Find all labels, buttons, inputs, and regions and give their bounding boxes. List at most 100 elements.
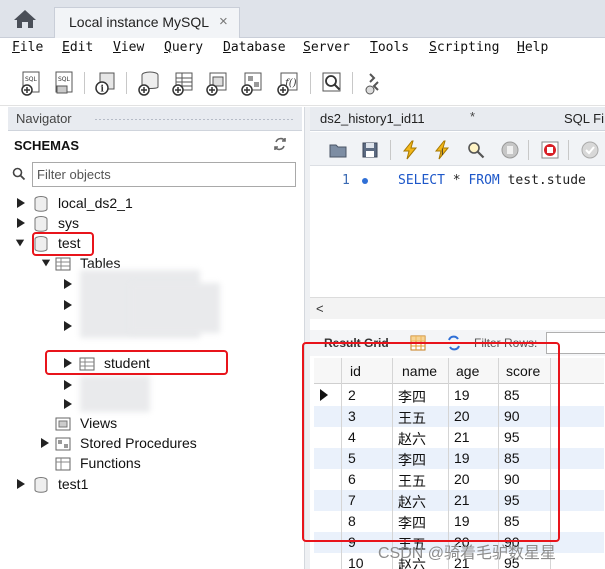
cell-age[interactable]: 19 bbox=[454, 513, 470, 529]
explain-icon[interactable] bbox=[466, 140, 486, 160]
schema-test1[interactable]: test1 bbox=[14, 475, 214, 495]
save-icon[interactable] bbox=[360, 140, 380, 160]
cell-score[interactable]: 90 bbox=[504, 408, 520, 424]
views-folder[interactable]: Views bbox=[52, 414, 252, 434]
table-student[interactable]: student bbox=[62, 354, 222, 374]
cell-id[interactable]: 3 bbox=[348, 408, 356, 424]
menu-database[interactable]: Database bbox=[223, 40, 286, 55]
column-header-id[interactable]: id bbox=[350, 363, 361, 379]
table-row[interactable]: 4 赵六 21 95 bbox=[314, 427, 604, 448]
editor-horizontal-scrollbar[interactable]: < bbox=[310, 297, 605, 319]
menu-scripting[interactable]: Scripting bbox=[429, 40, 499, 55]
menu-edit[interactable]: Edit bbox=[62, 40, 93, 55]
cell-score[interactable]: 85 bbox=[504, 387, 520, 403]
filter-rows-input[interactable] bbox=[546, 332, 605, 354]
cell-id[interactable]: 10 bbox=[348, 555, 364, 569]
stop-icon[interactable] bbox=[500, 140, 520, 160]
filter-objects-input[interactable] bbox=[32, 162, 296, 187]
expand-arrow-icon[interactable] bbox=[16, 197, 26, 209]
menu-view[interactable]: View bbox=[113, 40, 144, 55]
expand-arrow-icon[interactable] bbox=[63, 398, 73, 410]
cell-name[interactable]: 李四 bbox=[398, 387, 426, 407]
menu-server[interactable]: Server bbox=[303, 40, 350, 55]
menu-file[interactable]: File bbox=[12, 40, 43, 55]
table-row[interactable]: 6 王五 20 90 bbox=[314, 469, 604, 490]
cell-name[interactable]: 李四 bbox=[398, 513, 426, 533]
cell-name[interactable]: 李四 bbox=[398, 450, 426, 470]
expand-arrow-icon[interactable] bbox=[63, 320, 73, 332]
cell-age[interactable]: 19 bbox=[454, 387, 470, 403]
schema-sys[interactable]: sys bbox=[14, 214, 214, 234]
cell-score[interactable]: 95 bbox=[504, 492, 520, 508]
grid-view-icon[interactable] bbox=[410, 335, 426, 351]
result-grid-label[interactable]: Result Grid bbox=[324, 336, 389, 350]
stored-procedures-folder[interactable]: Stored Procedures bbox=[40, 434, 260, 454]
schema-local-ds2-1[interactable]: local_ds2_1 bbox=[14, 194, 214, 214]
column-header-score[interactable]: score bbox=[506, 363, 540, 379]
search-table-data-icon[interactable] bbox=[320, 70, 344, 96]
cell-id[interactable]: 6 bbox=[348, 471, 356, 487]
cell-name[interactable]: 王五 bbox=[398, 471, 426, 491]
cell-name[interactable]: 王五 bbox=[398, 408, 426, 428]
menu-help[interactable]: Help bbox=[517, 40, 548, 55]
functions-folder[interactable]: Functions bbox=[52, 454, 252, 474]
commit-icon[interactable] bbox=[580, 140, 600, 160]
table-row[interactable]: 8 李四 19 85 bbox=[314, 511, 604, 532]
expand-arrow-icon[interactable] bbox=[63, 299, 73, 311]
cell-id[interactable]: 4 bbox=[348, 429, 356, 445]
table-row[interactable]: 5 李四 19 85 bbox=[314, 448, 604, 469]
create-procedure-icon[interactable] bbox=[240, 70, 264, 96]
collapse-arrow-icon[interactable] bbox=[41, 257, 51, 269]
schema-test[interactable]: test bbox=[14, 234, 214, 254]
expand-arrow-icon[interactable] bbox=[63, 278, 73, 290]
open-sql-script-icon[interactable]: SQL bbox=[53, 70, 77, 96]
expand-arrow-icon[interactable] bbox=[63, 357, 73, 369]
cell-id[interactable]: 5 bbox=[348, 450, 356, 466]
cell-age[interactable]: 21 bbox=[454, 492, 470, 508]
server-info-icon[interactable]: i bbox=[94, 70, 118, 96]
table-row[interactable]: 7 赵六 21 95 bbox=[314, 490, 604, 511]
cell-id[interactable]: 7 bbox=[348, 492, 356, 508]
open-folder-icon[interactable] bbox=[328, 140, 348, 160]
cell-age[interactable]: 21 bbox=[454, 429, 470, 445]
expand-arrow-icon[interactable] bbox=[16, 217, 26, 229]
cell-score[interactable]: 90 bbox=[504, 471, 520, 487]
refresh-icon[interactable] bbox=[272, 136, 288, 152]
cell-id[interactable]: 8 bbox=[348, 513, 356, 529]
collapse-arrow-icon[interactable] bbox=[15, 237, 25, 249]
cell-score[interactable]: 85 bbox=[504, 450, 520, 466]
new-sql-tab-icon[interactable]: SQL bbox=[20, 70, 44, 96]
connection-tab[interactable]: Local instance MySQL × bbox=[54, 7, 240, 38]
cell-age[interactable]: 20 bbox=[454, 471, 470, 487]
cell-score[interactable]: 85 bbox=[504, 513, 520, 529]
expand-arrow-icon[interactable] bbox=[40, 437, 50, 449]
cell-age[interactable]: 20 bbox=[454, 408, 470, 424]
reconnect-icon[interactable] bbox=[362, 70, 386, 96]
expand-arrow-icon[interactable] bbox=[63, 379, 73, 391]
cell-score[interactable]: 95 bbox=[504, 429, 520, 445]
column-header-name[interactable]: name bbox=[402, 363, 437, 379]
column-header-age[interactable]: age bbox=[456, 363, 479, 379]
create-view-icon[interactable] bbox=[205, 70, 229, 96]
cell-name[interactable]: 赵六 bbox=[398, 492, 426, 512]
execute-current-icon[interactable]: I bbox=[432, 140, 452, 160]
create-function-icon[interactable]: f() bbox=[276, 70, 300, 96]
cell-id[interactable]: 2 bbox=[348, 387, 356, 403]
table-row[interactable]: 3 王五 20 90 bbox=[314, 406, 604, 427]
sql-editor[interactable]: 1 SELECT * FROM test.stude bbox=[310, 167, 605, 297]
close-icon[interactable]: × bbox=[219, 13, 228, 30]
toggle-stop-on-error-icon[interactable] bbox=[540, 140, 560, 160]
table-row[interactable]: 2 李四 19 85 bbox=[314, 385, 604, 406]
cell-name[interactable]: 赵六 bbox=[398, 429, 426, 449]
editor-tab-label[interactable]: ds2_history1_id11 bbox=[320, 111, 425, 126]
scroll-left-icon[interactable]: < bbox=[316, 301, 324, 316]
home-icon[interactable] bbox=[12, 8, 38, 30]
create-schema-icon[interactable] bbox=[137, 70, 161, 96]
menu-tools[interactable]: Tools bbox=[370, 40, 409, 55]
sql-file-tab-label[interactable]: SQL Fi bbox=[564, 111, 604, 126]
navigator-drag-handle[interactable] bbox=[94, 118, 294, 121]
menu-query[interactable]: Query bbox=[164, 40, 203, 55]
execute-icon[interactable] bbox=[400, 140, 420, 160]
cell-age[interactable]: 19 bbox=[454, 450, 470, 466]
expand-arrow-icon[interactable] bbox=[16, 478, 26, 490]
